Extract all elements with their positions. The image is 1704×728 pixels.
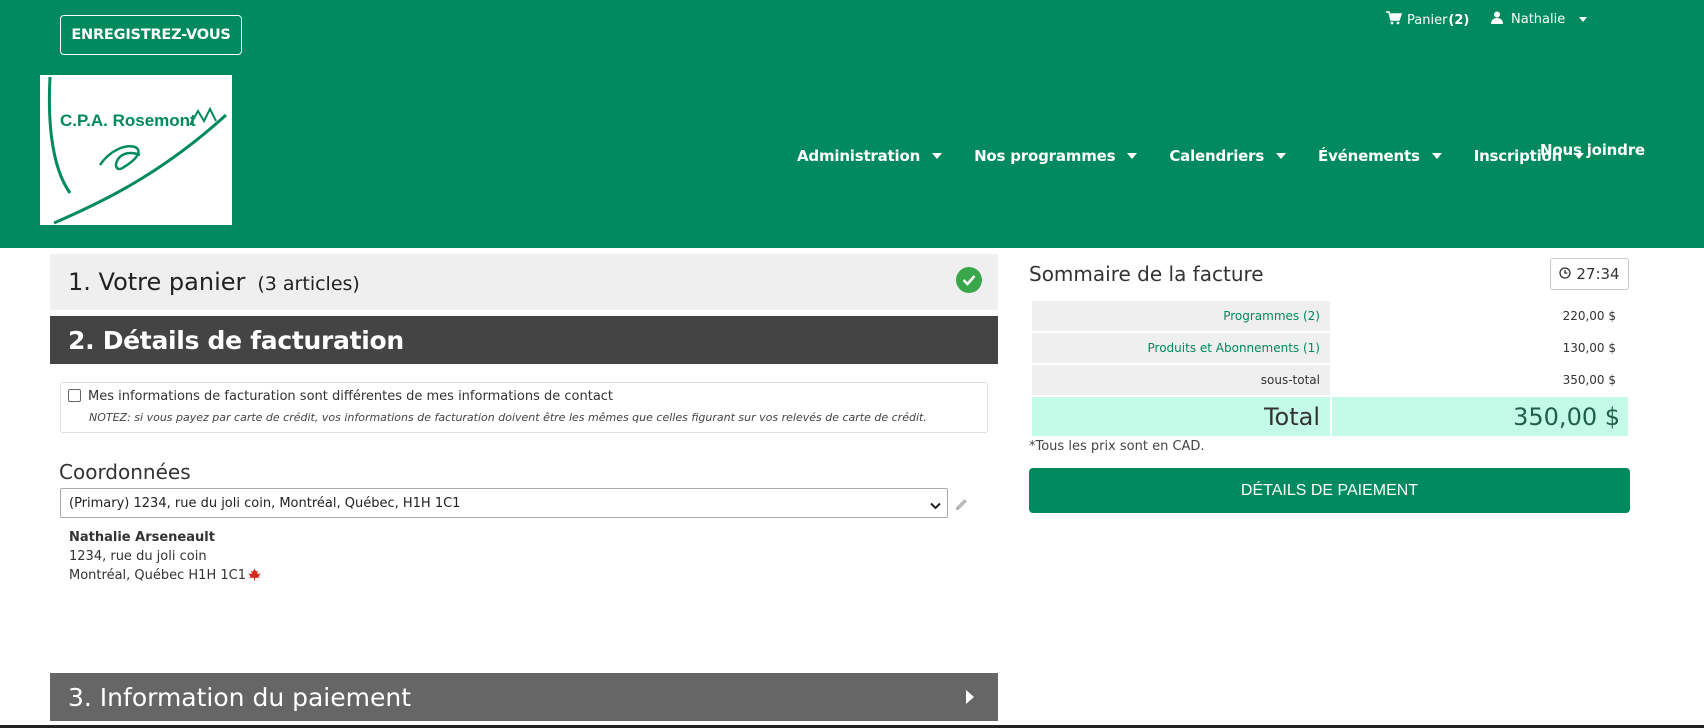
- nav-label: Calendriers: [1169, 147, 1265, 165]
- step-cart-title: 1. Votre panier: [68, 268, 246, 296]
- maple-leaf-icon: [248, 568, 261, 587]
- club-logo[interactable]: C.P.A. Rosemont: [40, 75, 232, 225]
- user-menu[interactable]: Nathalie: [1491, 11, 1588, 28]
- step-cart-count: (3 articles): [257, 272, 360, 295]
- billing-different-label[interactable]: Mes informations de facturation sont dif…: [88, 389, 613, 404]
- cart-label: Panier: [1407, 12, 1448, 28]
- step-payment-title: 3. Information du paiement: [68, 682, 412, 712]
- chevron-down-icon: [1127, 153, 1138, 159]
- nav-nous-joindre[interactable]: Nous joindre: [1540, 141, 1645, 159]
- summary-row-label[interactable]: Produits et Abonnements (1): [1032, 333, 1330, 363]
- total-value: 350,00 $: [1332, 397, 1628, 436]
- summary-row-value: 130,00 $: [1562, 341, 1616, 355]
- contact-city: Montréal, Québec H1H 1C1: [69, 568, 246, 583]
- step-cart-header[interactable]: 1. Votre panier (3 articles): [50, 254, 998, 310]
- summary-row-label[interactable]: Programmes (2): [1032, 301, 1330, 331]
- edit-pencil-icon[interactable]: [954, 497, 969, 516]
- cart-link[interactable]: Panier (2): [1386, 11, 1469, 29]
- chevron-right-icon: [966, 690, 974, 704]
- table-row: sous-total 350,00 $: [1032, 365, 1628, 395]
- site-header: ENREGISTREZ-VOUS Panier (2) Nathalie C.P…: [0, 0, 1704, 248]
- billing-different-notice: Mes informations de facturation sont dif…: [60, 382, 988, 433]
- nav-evenements[interactable]: Événements: [1318, 147, 1442, 165]
- payment-details-button[interactable]: DÉTAILS DE PAIEMENT: [1029, 468, 1630, 513]
- cart-icon: [1386, 11, 1403, 29]
- currency-note: *Tous les prix sont en CAD.: [1029, 439, 1205, 454]
- nav-programmes[interactable]: Nos programmes: [974, 147, 1138, 165]
- clock-icon: [1559, 265, 1572, 283]
- nav-administration[interactable]: Administration: [797, 147, 943, 165]
- step-billing-title: 2. Détails de facturation: [68, 325, 404, 355]
- nav-label: Nos programmes: [974, 147, 1116, 165]
- table-row: Programmes (2) 220,00 $: [1032, 301, 1628, 331]
- timer-value: 27:34: [1576, 265, 1620, 283]
- billing-different-checkbox[interactable]: [68, 389, 81, 402]
- summary-row-value: 350,00 $: [1562, 373, 1616, 387]
- summary-row-label: sous-total: [1032, 365, 1330, 395]
- user-icon: [1491, 11, 1503, 28]
- summary-row-value: 220,00 $: [1562, 309, 1616, 323]
- nav-label: Administration: [797, 147, 921, 165]
- chevron-down-icon: [1276, 153, 1287, 159]
- chevron-down-icon: [1431, 153, 1442, 159]
- total-label: Total: [1032, 397, 1330, 436]
- step-billing-header: 2. Détails de facturation: [50, 316, 998, 364]
- main-nav: Administration Nos programmes Calendrier…: [797, 147, 1616, 165]
- address-select[interactable]: (Primary) 1234, rue du joli coin, Montré…: [60, 488, 948, 518]
- coords-title: Coordonnées: [59, 460, 191, 484]
- step-payment-header[interactable]: 3. Information du paiement: [50, 673, 998, 721]
- contact-street: 1234, rue du joli coin: [69, 549, 207, 564]
- session-timer: 27:34: [1550, 258, 1629, 290]
- summary-title: Sommaire de la facture: [1029, 262, 1264, 286]
- nav-label: Événements: [1318, 147, 1420, 165]
- table-row: Produits et Abonnements (1) 130,00 $: [1032, 333, 1628, 363]
- billing-note: NOTEZ: si vous payez par carte de crédit…: [89, 411, 927, 424]
- chevron-down-icon: [1579, 17, 1588, 22]
- invoice-summary-table: Programmes (2) 220,00 $ Produits et Abon…: [1030, 299, 1630, 438]
- chevron-down-icon: [932, 153, 943, 159]
- logo-text: C.P.A. Rosemont: [60, 111, 196, 130]
- contact-address: Nathalie Arseneault 1234, rue du joli co…: [69, 528, 261, 587]
- total-row: Total 350,00 $: [1032, 397, 1628, 436]
- user-name: Nathalie: [1511, 12, 1566, 27]
- chevron-down-icon: [930, 499, 941, 514]
- address-select-value: (Primary) 1234, rue du joli coin, Montré…: [69, 495, 461, 511]
- cart-count: (2): [1448, 12, 1470, 28]
- contact-name: Nathalie Arseneault: [69, 530, 215, 545]
- check-circle-icon: [956, 267, 982, 293]
- nav-calendriers[interactable]: Calendriers: [1169, 147, 1287, 165]
- register-button[interactable]: ENREGISTREZ-VOUS: [60, 15, 242, 55]
